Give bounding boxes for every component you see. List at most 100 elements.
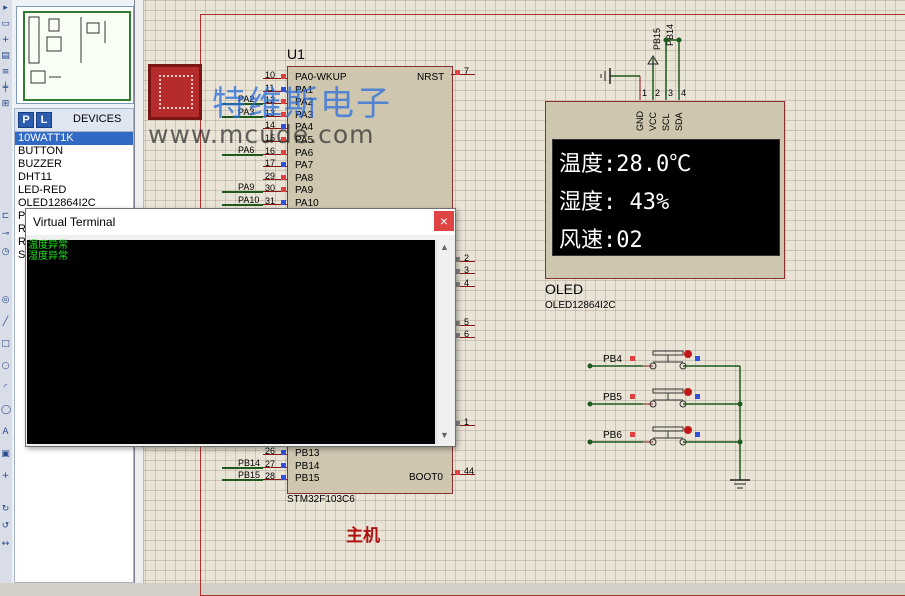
terminal-line: 湿度异常 xyxy=(28,251,68,262)
mcu-part-number: STM32F103C6 xyxy=(287,494,355,505)
line-tool-icon[interactable]: ╱ xyxy=(1,318,10,327)
mcu-pin-name: PA9 xyxy=(295,185,314,196)
oled-display: 温度:28.0℃ 湿度: 43% 风速:02 xyxy=(552,139,780,256)
device-list-item[interactable]: 10WATT1K xyxy=(15,132,133,145)
mcu-net-label: PA10 xyxy=(238,195,260,205)
mcu-pin-name: PB15 xyxy=(295,473,320,484)
oled-humidity-line: 湿度: 43% xyxy=(559,190,670,215)
oled-pin-gnd: GND xyxy=(635,111,645,131)
select-tool-icon[interactable]: ▸ xyxy=(1,4,10,13)
mcu-pin-number: 4 xyxy=(464,278,470,288)
wire-label-icon[interactable]: ▤ xyxy=(1,52,10,61)
oled-pin-vcc: VCC xyxy=(648,111,658,131)
device-list-item[interactable]: DHT11 xyxy=(15,171,133,184)
mcu-pin-number: 31 xyxy=(265,196,276,206)
button-pin-marker xyxy=(695,432,700,437)
button-circuits xyxy=(587,350,750,489)
text-tool-icon[interactable]: A xyxy=(1,428,10,437)
oled-reference: OLED xyxy=(545,281,584,297)
button-net-pb4: PB4 xyxy=(603,354,622,365)
preview-thumbnail xyxy=(23,11,131,101)
mcu-pin-marker xyxy=(281,175,286,180)
devices-header: P L DEVICES xyxy=(14,108,134,132)
mcu-pin-name: BOOT0 xyxy=(409,472,443,483)
button-pin-marker xyxy=(630,356,635,361)
watermark-url: www.mcude.com xyxy=(148,120,375,149)
mirror-icon[interactable]: ↔ xyxy=(1,540,10,549)
device-list-item[interactable]: LED-RED xyxy=(15,184,133,197)
watermark-logo xyxy=(148,64,202,120)
pin-tool-icon[interactable]: ⊸ xyxy=(1,230,10,239)
component-tool-icon[interactable]: ▭ xyxy=(1,20,10,29)
terminal-scrollbar[interactable]: ▲ ▼ xyxy=(436,240,454,444)
terminal-output[interactable]: 温度异常 湿度异常 xyxy=(27,240,435,444)
pick-devices-button[interactable]: P xyxy=(18,112,34,128)
mcu-pin-number: 7 xyxy=(464,66,470,76)
subcircuit-icon[interactable]: ⊞ xyxy=(1,100,10,109)
button-pin-marker xyxy=(695,356,700,361)
oled-pin-scl: SCL xyxy=(661,113,671,131)
mcu-net-label: PA9 xyxy=(238,182,255,192)
mcu-pin-number: 26 xyxy=(265,446,276,456)
close-button[interactable]: × xyxy=(434,211,454,231)
watermark-brand: 特维斯电子 xyxy=(212,84,392,124)
mcu-pin-number: 3 xyxy=(464,265,470,275)
mcu-pin-marker xyxy=(281,475,286,480)
mcu-pin-marker xyxy=(281,450,286,455)
mcu-pin-number: 27 xyxy=(265,459,276,469)
mcu-title: 主机 xyxy=(346,526,380,545)
mcu-pin-marker xyxy=(455,70,460,75)
device-list-item[interactable]: BUTTON xyxy=(15,145,133,158)
library-manager-button[interactable]: L xyxy=(36,112,52,128)
terminal-icon[interactable]: ⊏ xyxy=(1,212,10,221)
rotate-ccw-icon[interactable]: ↺ xyxy=(1,522,10,531)
mcu-pin-number: 17 xyxy=(265,158,276,168)
text-script-icon[interactable]: ≡ xyxy=(1,68,10,77)
rotate-cw-icon[interactable]: ↻ xyxy=(1,505,10,514)
oled-wiring xyxy=(600,37,682,100)
mcu-net-label: PB14 xyxy=(238,458,261,468)
button-net-pb5: PB5 xyxy=(603,392,622,403)
scroll-up-icon[interactable]: ▲ xyxy=(440,242,449,252)
mcu-pin-marker xyxy=(281,150,286,155)
mcu-pin-number: 6 xyxy=(464,329,470,339)
devices-label: DEVICES xyxy=(73,113,122,125)
mcu-pin-marker xyxy=(281,463,286,468)
button-net-pb6: PB6 xyxy=(603,430,622,441)
virtual-terminal-titlebar[interactable]: Virtual Terminal × xyxy=(26,209,455,235)
mcu-pin-name: PB13 xyxy=(295,448,320,459)
oled-temperature-line: 温度:28.0℃ xyxy=(559,152,692,177)
arc-tool-icon[interactable]: ◜ xyxy=(1,384,10,393)
symbol-tool-icon[interactable]: ▣ xyxy=(1,450,10,459)
graph-tool-icon[interactable]: ◷ xyxy=(1,248,10,257)
virtual-terminal-window[interactable]: Virtual Terminal × 温度异常 湿度异常 ▲ ▼ xyxy=(25,208,456,447)
button-pin-marker xyxy=(630,394,635,399)
mcu-pin-name: PA7 xyxy=(295,160,314,171)
junction-tool-icon[interactable]: + xyxy=(1,36,10,45)
scroll-down-icon[interactable]: ▼ xyxy=(440,430,449,440)
mcu-pin-name: PA6 xyxy=(295,148,314,159)
circle-tool-icon[interactable]: ○ xyxy=(1,362,10,371)
mcu-pin-name: PB14 xyxy=(295,461,320,472)
device-preview xyxy=(16,6,134,104)
path-tool-icon[interactable]: ◯ xyxy=(1,406,11,415)
mcu-pin-name: PA8 xyxy=(295,173,314,184)
mcu-reference: U1 xyxy=(287,46,305,62)
marker-tool-icon[interactable]: + xyxy=(1,472,10,481)
device-list-item[interactable]: BUZZER xyxy=(15,158,133,171)
mcu-pin-number: 1 xyxy=(464,417,470,427)
button-pin-marker xyxy=(695,394,700,399)
box-tool-icon[interactable]: □ xyxy=(1,340,10,349)
mcu-pin-number: 28 xyxy=(265,471,276,481)
mcu-pin-name: NRST xyxy=(417,72,445,83)
mcu-pin-number: 30 xyxy=(265,183,276,193)
mcu-pin-marker xyxy=(281,162,286,167)
mcu-pin-number: 44 xyxy=(464,466,475,476)
bus-tool-icon[interactable]: ╪ xyxy=(1,84,10,93)
virtual-terminal-title: Virtual Terminal xyxy=(33,215,116,229)
mcu-net-label: PB15 xyxy=(238,470,261,480)
oled-pin-sda: SDA xyxy=(674,112,684,131)
generator-icon[interactable]: ◎ xyxy=(1,296,10,305)
mcu-pin-marker xyxy=(281,200,286,205)
mcu-pin-number: 2 xyxy=(464,253,470,263)
